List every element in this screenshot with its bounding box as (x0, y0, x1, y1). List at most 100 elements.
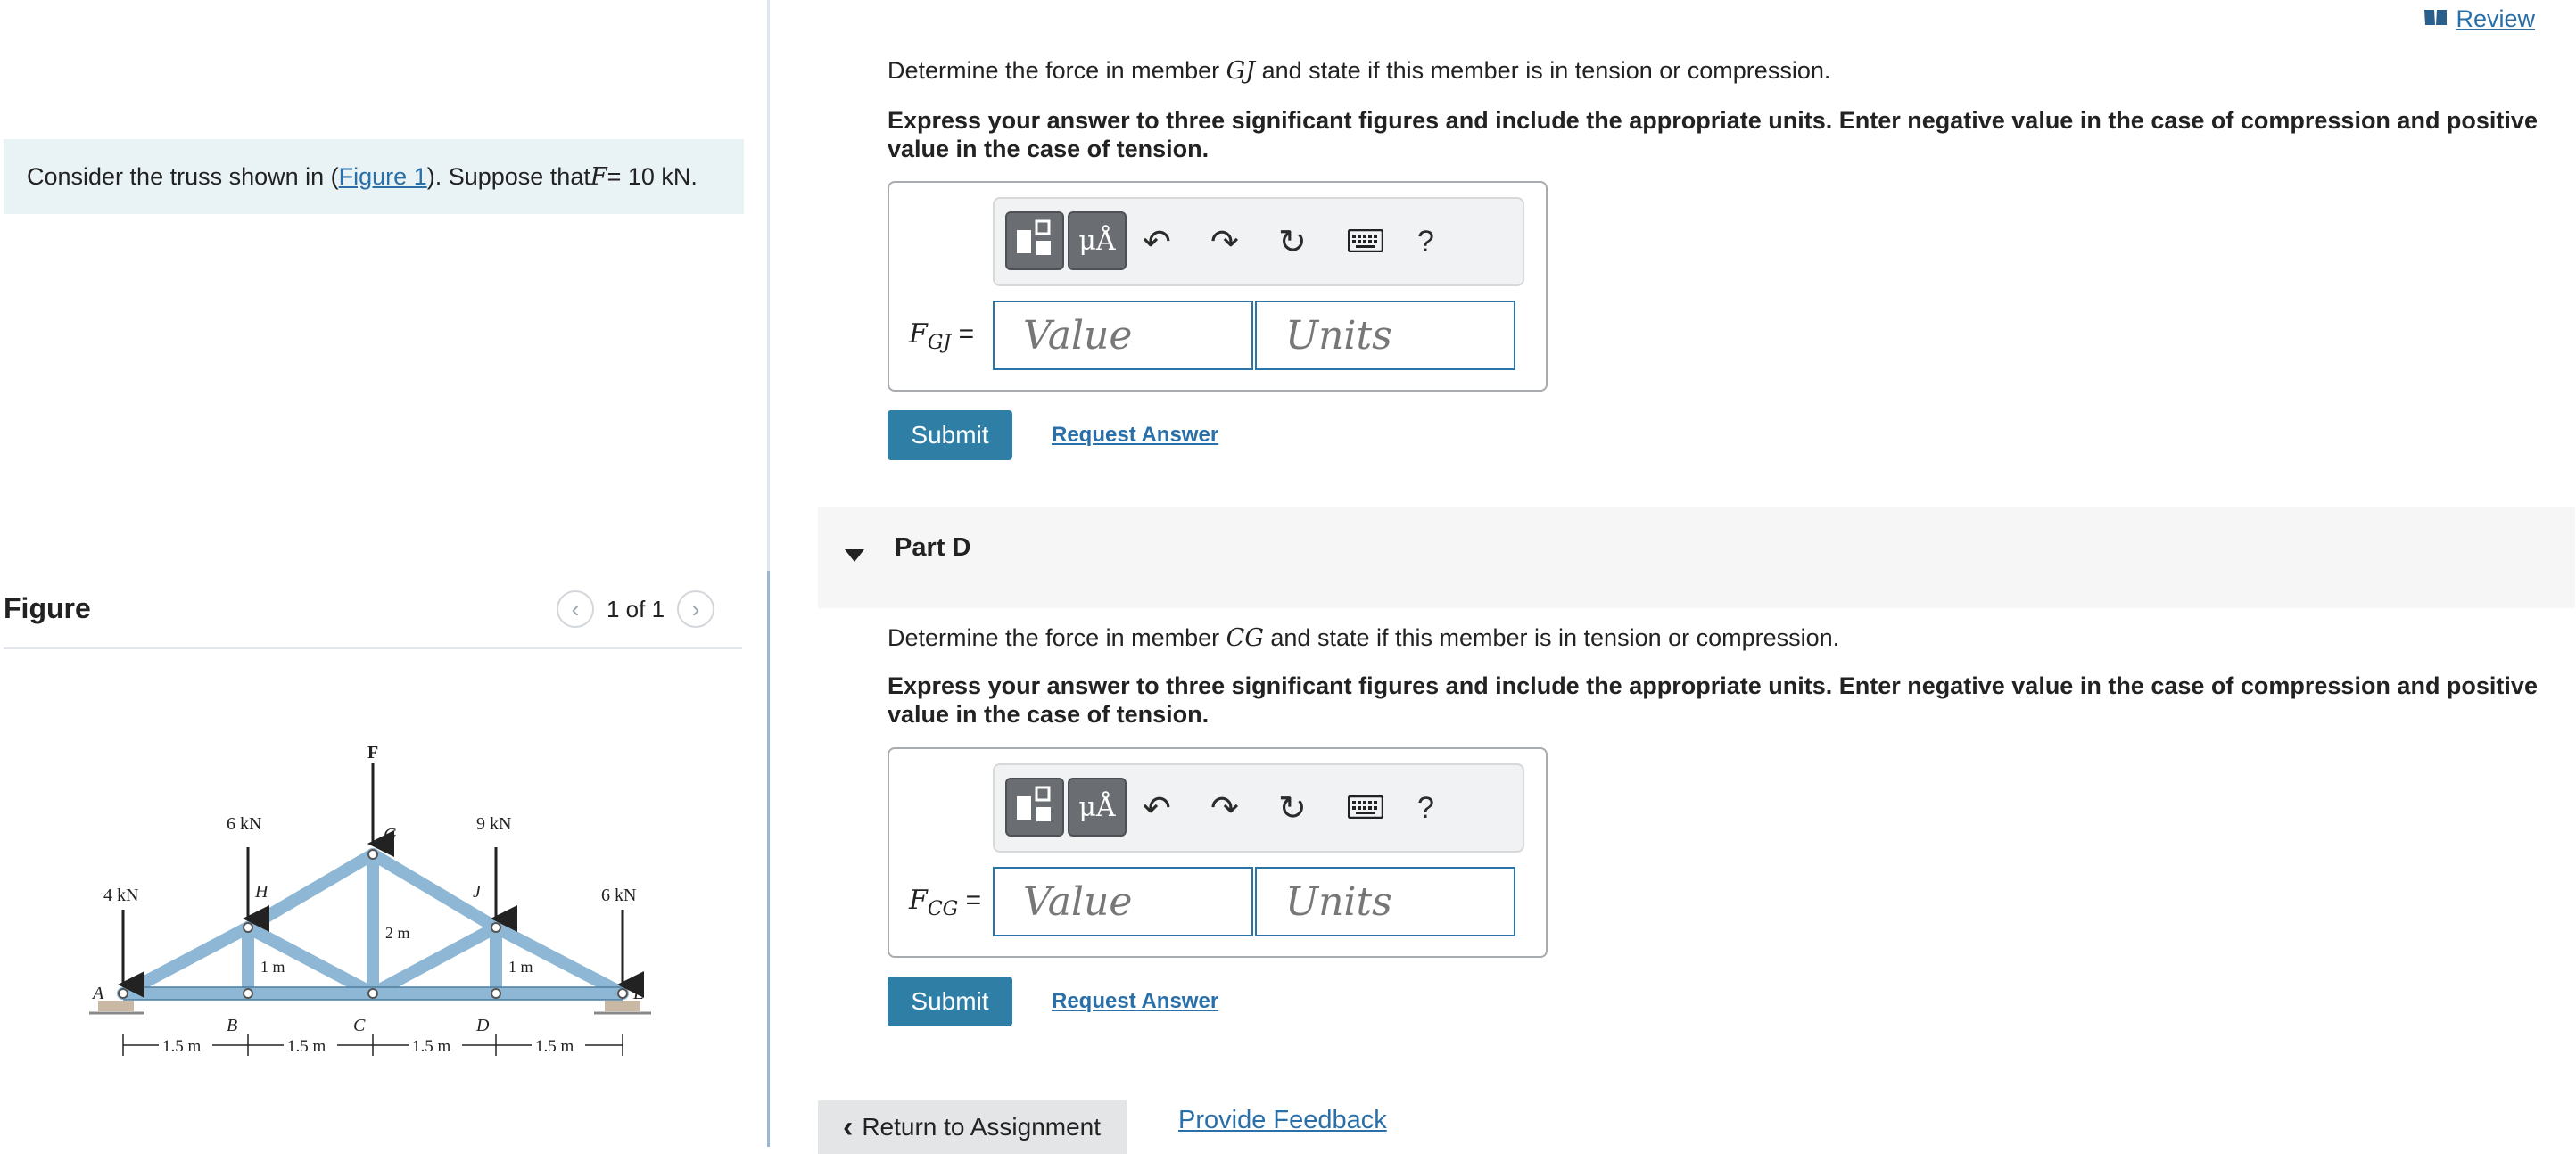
joint-label-c: C (353, 1016, 366, 1035)
chevron-left-icon: ‹ (571, 595, 580, 622)
partc-question: Determine the force in member GJ and sta… (888, 57, 1830, 85)
partd-answer-label: FCG = (909, 885, 981, 920)
reset-icon: ↻ (1278, 223, 1307, 261)
joint-label-d: D (475, 1016, 490, 1035)
load-label-g: F (367, 743, 378, 762)
load-label-a: 4 kN (103, 886, 138, 905)
next-figure-button[interactable]: › (677, 590, 715, 628)
redo-icon: ↷ (1210, 789, 1239, 828)
reset-button[interactable]: ↻ (1278, 217, 1307, 267)
partc-instructions: Express your answer to three significant… (888, 107, 2538, 162)
load-label-j: 9 kN (476, 814, 511, 834)
joint-label-h: H (254, 882, 269, 902)
joint-label-j: J (473, 882, 482, 902)
joint-label-a: A (91, 984, 104, 1003)
units-symbols-button[interactable]: μÅ (1068, 211, 1127, 270)
book-icon (2423, 5, 2448, 33)
reset-icon: ↻ (1278, 789, 1307, 828)
help-button[interactable]: ? (1417, 217, 1434, 267)
load-label-e: 6 kN (601, 886, 636, 905)
right-panel: Review Determine the force in member GJ … (770, 0, 2576, 1154)
span-label-2: 1.5 m (287, 1037, 326, 1056)
review-label: Review (2456, 5, 2535, 32)
partc-answer-box: μÅ ↶ ↷ ↻ ? FGJ = Value Units (888, 181, 1548, 392)
partd-title: Part D (895, 533, 971, 562)
keyboard-button[interactable] (1347, 217, 1384, 267)
partc-request-answer-link[interactable]: Request Answer (1052, 423, 1218, 448)
redo-icon: ↷ (1210, 223, 1239, 261)
joint-label-b: B (227, 1016, 237, 1035)
help-label: ? (1417, 790, 1434, 825)
undo-icon: ↶ (1143, 223, 1171, 261)
partd-answer-box: μÅ ↶ ↷ ↻ ? FCG = Value Units (888, 747, 1548, 958)
partd-math-toolbar: μÅ ↶ ↷ ↻ ? (993, 763, 1524, 853)
help-button[interactable]: ? (1417, 783, 1434, 833)
left-panel: Consider the truss shown in ( Figure 1 )… (0, 0, 767, 1147)
partc-question-suffix: and state if this member is in tension o… (1255, 57, 1831, 84)
joint-label-e: E (632, 984, 644, 1003)
partc-submit-button[interactable]: Submit (888, 410, 1012, 460)
templates-button[interactable] (1005, 211, 1064, 270)
review-link[interactable]: Review (2423, 5, 2535, 33)
prev-figure-button[interactable]: ‹ (557, 590, 594, 628)
figure-link[interactable]: Figure 1 (339, 163, 427, 191)
keyboard-icon (1347, 789, 1384, 828)
partd-member: CG (1226, 624, 1264, 652)
partd-label-sub: CG (927, 898, 959, 920)
dim-label-right: 1 m (508, 958, 533, 976)
undo-button[interactable]: ↶ (1143, 217, 1171, 267)
units-symbols-button[interactable]: μÅ (1068, 778, 1127, 837)
span-label-3: 1.5 m (412, 1037, 451, 1056)
partd-value-input[interactable]: Value (993, 867, 1253, 936)
partc-label-var: F (909, 318, 928, 350)
truss-figure: 4 kN 6 kN F 9 kN 6 kN A B C D E G H J 1 … (89, 743, 651, 1056)
partd-question: Determine the force in member CG and sta… (888, 624, 1839, 652)
redo-button[interactable]: ↷ (1210, 217, 1239, 267)
help-label: ? (1417, 224, 1434, 259)
reset-button[interactable]: ↻ (1278, 783, 1307, 833)
redo-button[interactable]: ↷ (1210, 783, 1239, 833)
mu-angstrom-label: μÅ (1078, 791, 1116, 823)
templates-icon (1015, 219, 1054, 263)
dim-label-mid: 2 m (385, 924, 410, 942)
undo-button[interactable]: ↶ (1143, 783, 1171, 833)
partd-question-prefix: Determine the force in member (888, 624, 1226, 651)
chevron-left-icon: ‹ (843, 1109, 854, 1144)
chevron-right-icon: › (691, 595, 700, 622)
span-label-4: 1.5 m (535, 1037, 574, 1056)
joint-label-g: G (384, 825, 397, 845)
mu-angstrom-label: μÅ (1078, 225, 1116, 257)
problem-intro: Consider the truss shown in ( Figure 1 )… (4, 139, 744, 214)
partc-label-sub: GJ (927, 332, 952, 354)
partd-header[interactable]: Part D (818, 507, 2575, 608)
dim-label-left: 1 m (260, 958, 285, 976)
partc-member: GJ (1226, 57, 1256, 85)
partc-answer-label: FGJ = (909, 318, 974, 354)
figure-page-count: 1 of 1 (607, 595, 665, 622)
figure-pager: ‹ 1 of 1 › (557, 590, 715, 628)
partc-units-input[interactable]: Units (1255, 301, 1515, 370)
templates-icon (1015, 786, 1054, 829)
span-label-1: 1.5 m (162, 1037, 202, 1056)
partd-units-input[interactable]: Units (1255, 867, 1515, 936)
provide-feedback-link[interactable]: Provide Feedback (1178, 1106, 1387, 1135)
intro-prefix: Consider the truss shown in ( (27, 162, 339, 190)
keyboard-icon (1347, 223, 1384, 261)
partc-math-toolbar: μÅ ↶ ↷ ↻ ? (993, 197, 1524, 286)
partc-value-input[interactable]: Value (993, 301, 1253, 370)
templates-button[interactable] (1005, 778, 1064, 837)
intro-suffix: ). Suppose that (426, 162, 590, 190)
partd-instructions: Express your answer to three significant… (888, 672, 2538, 728)
load-label-h: 6 kN (227, 814, 261, 834)
caret-down-icon (845, 549, 864, 562)
undo-icon: ↶ (1143, 789, 1171, 828)
partd-request-answer-link[interactable]: Request Answer (1052, 989, 1218, 1014)
return-label: Return to Assignment (862, 1113, 1102, 1141)
intro-variable: F (590, 162, 607, 191)
intro-value: = 10 kN. (607, 162, 698, 190)
partd-label-var: F (909, 885, 928, 916)
truss-members (117, 848, 629, 1000)
keyboard-button[interactable] (1347, 783, 1384, 833)
partd-submit-button[interactable]: Submit (888, 977, 1012, 1026)
return-to-assignment-button[interactable]: ‹ Return to Assignment (818, 1100, 1127, 1154)
